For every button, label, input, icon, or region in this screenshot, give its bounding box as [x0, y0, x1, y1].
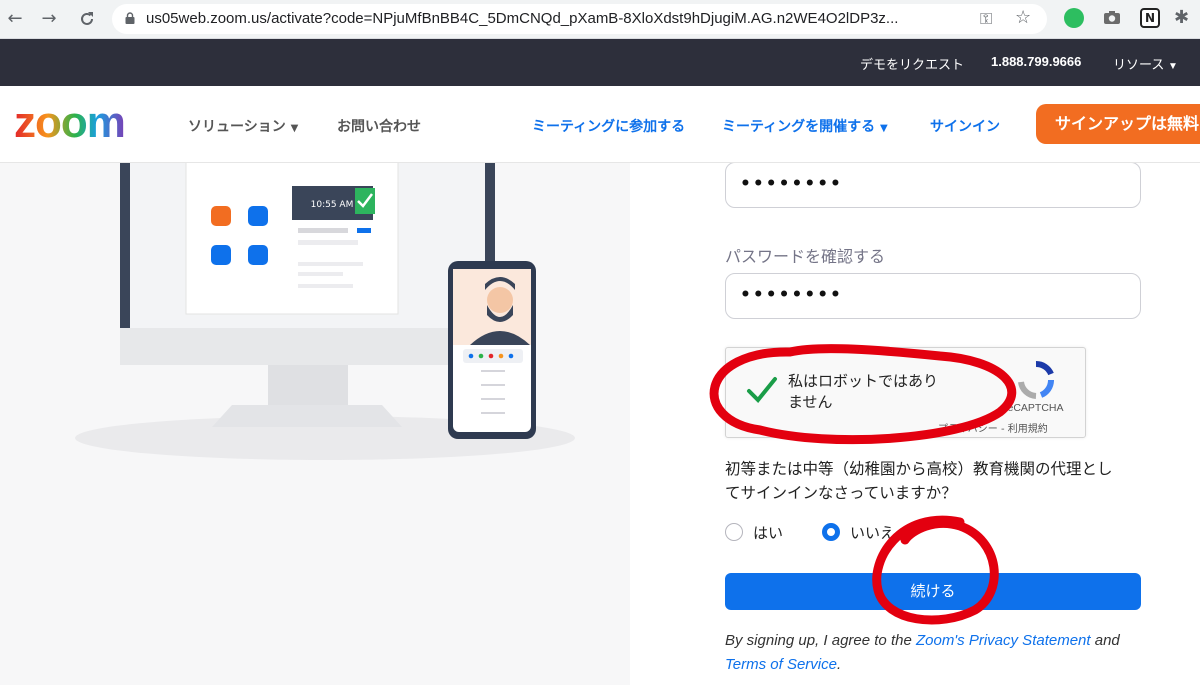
terms-notice: By signing up, I agree to the Zoom's Pri…	[725, 629, 1165, 677]
recaptcha-label-line2: ません	[788, 393, 833, 411]
confirm-password-field[interactable]: ••••••••	[725, 273, 1141, 319]
radio-no[interactable]	[822, 523, 840, 541]
host-meeting-menu[interactable]: ミーティングを開催する ▼	[722, 116, 888, 136]
confirm-password-value: ••••••••	[740, 285, 843, 305]
sign-in-link[interactable]: サインイン	[930, 116, 1000, 136]
key-icon[interactable]: ⚿	[980, 9, 992, 29]
recaptcha-brand: reCAPTCHA	[1004, 402, 1064, 414]
recaptcha-label-line1: 私はロボットではあり	[788, 372, 939, 390]
extensions-icon[interactable]: ✱	[1174, 8, 1194, 28]
confirm-password-label: パスワードを確認する	[725, 247, 886, 266]
terms-end: .	[836, 656, 842, 673]
evernote-icon[interactable]	[1064, 8, 1084, 28]
chevron-down-icon: ▼	[290, 123, 299, 134]
top-utility-bar: デモをリクエスト 1.888.799.9666 リソース ▼	[0, 39, 1200, 86]
password-value: ••••••••	[740, 174, 843, 194]
checkmark-icon[interactable]	[746, 376, 778, 404]
k12-question: 初等または中等（幼稚園から高校）教育機関の代理とし てサインインなさっていますか…	[725, 457, 1155, 505]
chevron-down-icon: ▼	[1167, 61, 1178, 72]
contact-link[interactable]: お問い合わせ	[337, 116, 421, 136]
chevron-down-icon: ▼	[880, 123, 888, 134]
recaptcha-privacy-terms-links[interactable]: プライバシー - 利用規約	[938, 420, 1048, 435]
back-icon[interactable]: ←	[2, 6, 28, 32]
join-meeting-link[interactable]: ミーティングに参加する	[532, 116, 685, 136]
continue-button[interactable]: 続ける	[725, 573, 1141, 610]
resources-label: リソース	[1113, 57, 1165, 72]
terms-and: and	[1090, 632, 1120, 649]
radio-no-label[interactable]: いいえ	[850, 522, 895, 543]
notion-icon[interactable]: N	[1140, 8, 1160, 28]
url-text: us05web.zoom.us/activate?code=NPjuMfBnBB…	[146, 10, 899, 27]
recaptcha-widget: 私はロボットではあり ません reCAPTCHA プライバシー - 利用規約	[725, 347, 1086, 438]
solutions-label: ソリューション	[188, 119, 286, 135]
logo-text: zoom	[14, 104, 125, 144]
phone-number[interactable]: 1.888.799.9666	[991, 54, 1081, 69]
address-bar[interactable]: us05web.zoom.us/activate?code=NPjuMfBnBB…	[112, 4, 1047, 34]
reload-icon[interactable]	[74, 6, 100, 32]
radio-yes-label[interactable]: はい	[753, 522, 783, 543]
privacy-statement-link[interactable]: Zoom's Privacy Statement	[916, 632, 1091, 649]
device-illustration: 10:55 AM	[75, 120, 575, 460]
star-icon[interactable]: ☆	[1015, 7, 1031, 28]
k12-question-line1: 初等または中等（幼稚園から高校）教育機関の代理とし	[725, 460, 1113, 478]
terms-prefix: By signing up, I agree to the	[725, 632, 916, 649]
recaptcha-logo-icon	[1018, 360, 1055, 399]
clock-time: 10:55 AM	[311, 200, 354, 210]
site-header: zoom ソリューション ▼ お問い合わせ ミーティングに参加する ミーティング…	[0, 86, 1200, 163]
camera-icon[interactable]	[1102, 8, 1122, 28]
lock-icon	[125, 12, 135, 24]
sign-up-button[interactable]: サインアップは無料	[1036, 104, 1200, 144]
forward-icon[interactable]: →	[36, 6, 62, 32]
zoom-logo[interactable]: zoom	[14, 98, 150, 154]
recaptcha-label: 私はロボットではあり ません	[788, 371, 938, 413]
browser-toolbar: ← → us05web.zoom.us/activate?code=NPjuMf…	[0, 0, 1200, 39]
terms-of-service-link[interactable]: Terms of Service	[725, 656, 837, 673]
password-field[interactable]: ••••••••	[725, 162, 1141, 208]
resources-menu[interactable]: リソース ▼	[1113, 54, 1178, 73]
request-demo-link[interactable]: デモをリクエスト	[860, 54, 964, 73]
radio-yes[interactable]	[725, 523, 743, 541]
k12-question-line2: てサインインなさっていますか？	[725, 484, 957, 502]
host-meeting-label: ミーティングを開催する	[722, 119, 876, 135]
solutions-menu[interactable]: ソリューション ▼	[188, 116, 298, 136]
